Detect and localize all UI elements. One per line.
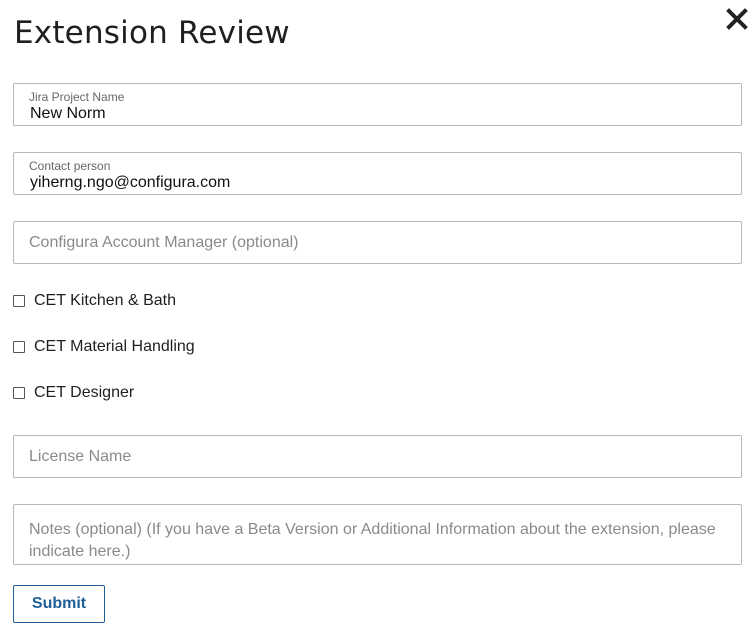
checkbox-label: CET Kitchen & Bath	[34, 292, 176, 309]
checkbox-cet-kitchen-bath[interactable]: CET Kitchen & Bath	[13, 291, 176, 311]
account-manager-field[interactable]: Configura Account Manager (optional)	[13, 221, 742, 264]
checkbox-box[interactable]	[13, 295, 25, 307]
close-button[interactable]	[724, 6, 750, 32]
dialog-title: Extension Review	[14, 15, 290, 51]
checkbox-box[interactable]	[13, 341, 25, 353]
contact-person-field[interactable]: Contact person yiherng.ngo@configura.com	[13, 152, 742, 195]
license-name-field[interactable]: License Name	[13, 435, 742, 478]
account-manager-placeholder: Configura Account Manager (optional)	[29, 234, 299, 251]
notes-placeholder: Notes (optional) (If you have a Beta Ver…	[29, 521, 716, 560]
checkbox-box[interactable]	[13, 387, 25, 399]
close-icon	[726, 8, 748, 30]
submit-button[interactable]: Submit	[13, 585, 105, 623]
checkbox-cet-material-handling[interactable]: CET Material Handling	[13, 337, 195, 357]
jira-project-name-field[interactable]: Jira Project Name New Norm	[13, 83, 742, 126]
checkbox-cet-designer[interactable]: CET Designer	[13, 383, 134, 403]
checkbox-label: CET Designer	[34, 384, 135, 401]
license-name-placeholder: License Name	[29, 448, 132, 465]
contact-person-value[interactable]: yiherng.ngo@configura.com	[30, 174, 230, 192]
contact-person-label: Contact person	[29, 159, 111, 173]
notes-field[interactable]: Notes (optional) (If you have a Beta Ver…	[13, 504, 742, 565]
jira-project-name-label: Jira Project Name	[29, 90, 125, 104]
checkbox-label: CET Material Handling	[34, 338, 195, 355]
jira-project-name-value[interactable]: New Norm	[30, 105, 106, 123]
extension-review-dialog: Extension Review Jira Project Name New N…	[0, 0, 755, 635]
